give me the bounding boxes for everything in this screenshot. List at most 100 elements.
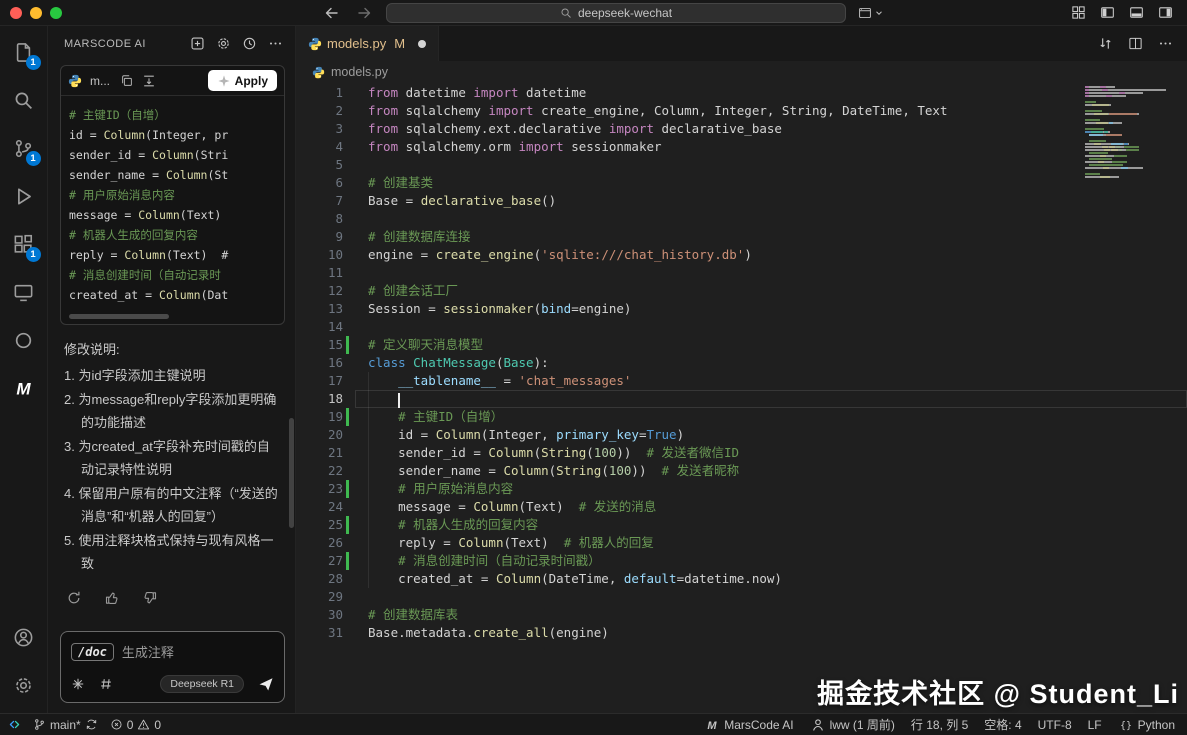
code-line[interactable]: 31Base.metadata.create_all(engine) [296, 624, 1187, 642]
diff-file-tab[interactable]: m... [90, 74, 110, 88]
activity-item-marscode-ai[interactable]: M [0, 364, 48, 412]
code-text: # 机器人生成的回复内容 [355, 516, 1187, 534]
code-line[interactable]: 27 # 消息创建时间（自动记录时间戳） [296, 552, 1187, 570]
sidebar-scrollbar[interactable] [289, 418, 294, 528]
remote-indicator[interactable] [8, 718, 21, 731]
activity-item-manage[interactable] [0, 661, 48, 709]
status-item-cursor-position[interactable]: 行 18, 列 5 [911, 716, 968, 733]
code-line[interactable]: 16class ChatMessage(Base): [296, 354, 1187, 372]
activity-item-source-control[interactable]: 1 [0, 124, 48, 172]
panel-title: MARSCODE AI [64, 38, 179, 50]
history-button[interactable] [242, 36, 257, 51]
code-line[interactable]: 21 sender_id = Column(String(100)) # 发送者… [296, 444, 1187, 462]
customize-layout-button[interactable] [1071, 5, 1086, 20]
code-line[interactable]: 12# 创建会话工厂 [296, 282, 1187, 300]
code-line[interactable]: 26 reply = Column(Text) # 机器人的回复 [296, 534, 1187, 552]
activity-item-accounts[interactable] [0, 613, 48, 661]
editor-more-button[interactable] [1158, 36, 1173, 51]
code-line[interactable]: 14 [296, 318, 1187, 336]
code-line[interactable]: 22 sender_name = Column(String(100)) # 发… [296, 462, 1187, 480]
code-line[interactable]: 1from datetime import datetime [296, 84, 1187, 102]
code-line[interactable]: 25 # 机器人生成的回复内容 [296, 516, 1187, 534]
text-cursor [398, 393, 400, 408]
activity-item-run-debug[interactable] [0, 172, 48, 220]
panel-more-button[interactable] [268, 36, 283, 51]
note-item: 5. 使用注释块格式保持与现有风格一致 [64, 529, 279, 575]
code-line[interactable]: 5 [296, 156, 1187, 174]
diff-line: # 用户原始消息内容 [69, 185, 276, 205]
code-line[interactable]: 6# 创建基类 [296, 174, 1187, 192]
activity-item-search[interactable] [0, 76, 48, 124]
insert-code-button[interactable] [142, 74, 156, 88]
horizontal-scrollbar[interactable] [69, 314, 169, 319]
zoom-window-button[interactable] [50, 7, 62, 19]
code-line[interactable]: 9# 创建数据库连接 [296, 228, 1187, 246]
code-line[interactable]: 20 id = Column(Integer, primary_key=True… [296, 426, 1187, 444]
status-item-encoding[interactable]: UTF-8 [1038, 718, 1072, 732]
code-line[interactable]: 30# 创建数据库表 [296, 606, 1187, 624]
code-line[interactable]: 4from sqlalchemy.orm import sessionmaker [296, 138, 1187, 156]
gutter [343, 390, 355, 408]
code-line[interactable]: 13Session = sessionmaker(bind=engine) [296, 300, 1187, 318]
tab-models-py[interactable]: models.py M [296, 26, 439, 61]
code-line[interactable]: 11 [296, 264, 1187, 282]
minimap-line [1085, 89, 1181, 91]
code-line[interactable]: 8 [296, 210, 1187, 228]
code-line[interactable]: 29 [296, 588, 1187, 606]
thumbs-down-button[interactable] [142, 590, 158, 606]
code-line[interactable]: 2from sqlalchemy import create_engine, C… [296, 102, 1187, 120]
send-button[interactable] [258, 676, 274, 692]
toggle-secondary-sidebar-button[interactable] [1158, 5, 1173, 20]
code-text: class ChatMessage(Base): [355, 354, 1187, 372]
branch-name: main* [50, 718, 81, 732]
toggle-panel-button[interactable] [1129, 5, 1144, 20]
code-line[interactable]: 10engine = create_engine('sqlite:///chat… [296, 246, 1187, 264]
activity-item-extensions[interactable]: 1 [0, 220, 48, 268]
toggle-primary-sidebar-button[interactable] [1100, 5, 1115, 20]
profile-switcher[interactable] [858, 6, 884, 20]
regenerate-button[interactable] [66, 590, 82, 606]
code-line[interactable]: 23 # 用户原始消息内容 [296, 480, 1187, 498]
code-line[interactable]: 19 # 主键ID（自增） [296, 408, 1187, 426]
activity-item-explorer[interactable]: 1 [0, 28, 48, 76]
code-line[interactable]: 24 message = Column(Text) # 发送的消息 [296, 498, 1187, 516]
enhance-prompt-button[interactable] [71, 677, 85, 691]
code-line[interactable]: 7Base = declarative_base() [296, 192, 1187, 210]
code-line[interactable]: 28 created_at = Column(DateTime, default… [296, 570, 1187, 588]
close-window-button[interactable] [10, 7, 22, 19]
code-line[interactable]: 15# 定义聊天消息模型 [296, 336, 1187, 354]
status-item-marscode-ai[interactable]: MMarsCode AI [704, 717, 793, 733]
thumbs-up-button[interactable] [104, 590, 120, 606]
minimize-window-button[interactable] [30, 7, 42, 19]
go-back-button[interactable] [324, 5, 340, 21]
split-editor-button[interactable] [1128, 36, 1143, 51]
panel-settings-button[interactable] [216, 36, 231, 51]
activity-item-live-preview[interactable] [0, 316, 48, 364]
new-chat-button[interactable] [190, 36, 205, 51]
command-center-search[interactable]: deepseek-wechat [386, 3, 846, 23]
copy-code-button[interactable] [120, 74, 134, 88]
code-line[interactable]: 17 __tablename__ = 'chat_messages' [296, 372, 1187, 390]
problems-status[interactable]: 0 0 [110, 718, 161, 732]
status-item-indentation[interactable]: 空格: 4 [984, 716, 1021, 733]
add-context-button[interactable] [99, 677, 113, 691]
branch-status[interactable]: main* [33, 718, 98, 732]
status-item-eol[interactable]: LF [1088, 718, 1102, 732]
status-bar: main* 0 0 MMarsCode AI lww (1 周前) 行 18, 列 … [0, 713, 1187, 735]
breadcrumb[interactable]: models.py [296, 61, 1187, 83]
go-forward-button[interactable] [356, 5, 372, 21]
compare-changes-button[interactable] [1098, 36, 1113, 51]
apply-button[interactable]: Apply [208, 70, 277, 91]
code-line[interactable]: 3from sqlalchemy.ext.declarative import … [296, 120, 1187, 138]
status-item-language[interactable]: {}Python [1118, 717, 1175, 733]
code-editor[interactable]: 1from datetime import datetime2from sqla… [296, 83, 1187, 713]
model-selector[interactable]: Deepseek R1 [160, 675, 244, 693]
activity-item-remote-explorer[interactable] [0, 268, 48, 316]
minimap-line [1085, 155, 1181, 157]
chat-input-box[interactable]: /doc 生成注释 Deepseek R1 [60, 631, 285, 703]
minimap-line [1085, 137, 1181, 139]
status-item-blame[interactable]: lww (1 周前) [810, 716, 895, 733]
unsaved-indicator[interactable] [418, 40, 426, 48]
code-line[interactable]: 18 [296, 390, 1187, 408]
minimap[interactable] [1085, 86, 1181, 179]
